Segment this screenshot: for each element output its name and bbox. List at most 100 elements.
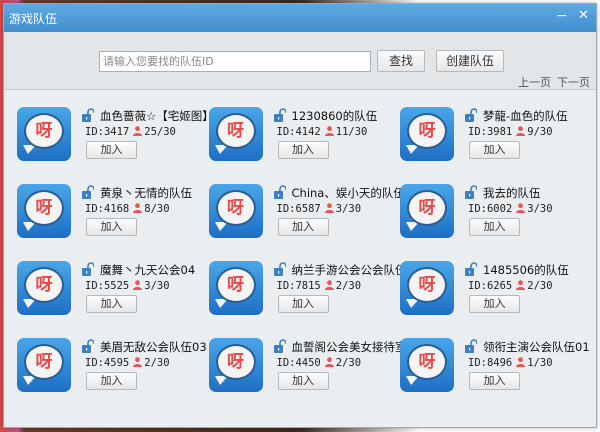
unlocked-icon: [82, 185, 95, 199]
team-info: ID:6265 2/30: [468, 280, 553, 292]
join-button[interactable]: 加入: [86, 295, 137, 313]
team-app-icon: 呀: [208, 107, 263, 161]
window-title: 游戏队伍: [9, 12, 58, 26]
team-name: China、娱小天的队伍: [291, 186, 405, 200]
icon-glyph: 呀: [407, 113, 447, 149]
team-id: ID:7815: [276, 280, 321, 292]
title-bar: 游戏队伍 − ✕: [4, 4, 596, 32]
member-count: 2/30: [335, 280, 362, 292]
team-card: 呀 1230860的队伍 ID:4142 11/30 加入: [208, 107, 399, 167]
icon-glyph: 呀: [407, 190, 447, 226]
member-count: 1/30: [527, 357, 553, 369]
team-app-icon: 呀: [208, 184, 263, 238]
team-info: ID:7815 2/30: [277, 280, 362, 292]
team-app-icon: 呀: [208, 338, 263, 392]
person-icon: [516, 203, 526, 213]
join-button[interactable]: 加入: [469, 141, 520, 159]
team-name: 魔舞丶九天公会04: [100, 263, 196, 277]
person-icon: [324, 126, 334, 136]
team-card: 呀 梦龍-血色的队伍 ID:3981 9/30 加入: [400, 107, 590, 167]
toolbar: 查找 创建队伍 上一页 下一页: [4, 32, 596, 90]
icon-glyph: 呀: [24, 190, 64, 226]
team-id-search-input[interactable]: [99, 51, 371, 72]
icon-glyph: 呀: [215, 113, 256, 149]
team-id: ID:6587: [276, 203, 321, 215]
team-id: ID:8496: [468, 357, 513, 369]
icon-glyph: 呀: [24, 113, 64, 149]
team-card: 呀 纳兰手游公会公会队伍 ID:7815 2/30 加入: [208, 261, 407, 321]
team-app-icon: 呀: [400, 107, 454, 161]
person-icon: [133, 357, 143, 367]
unlocked-icon: [465, 339, 478, 353]
team-id: ID:6002: [468, 203, 513, 215]
join-button[interactable]: 加入: [86, 218, 137, 236]
person-icon: [324, 357, 334, 367]
team-app-icon: 呀: [17, 107, 71, 161]
join-button[interactable]: 加入: [277, 372, 329, 390]
team-name: 梦龍-血色的队伍: [483, 109, 568, 123]
member-count: 2/30: [335, 357, 362, 369]
next-page-link[interactable]: 下一页: [557, 74, 590, 90]
team-card: 呀 我去的队伍 ID:6002 3/30 加入: [400, 184, 590, 244]
team-name: 纳兰手游公会公会队伍: [291, 263, 407, 277]
icon-glyph: 呀: [215, 190, 256, 226]
unlocked-icon: [273, 262, 287, 276]
join-button[interactable]: 加入: [469, 372, 520, 390]
person-icon: [324, 280, 334, 290]
unlocked-icon: [82, 108, 95, 122]
minimize-button[interactable]: −: [556, 8, 568, 24]
team-app-icon: 呀: [17, 261, 71, 315]
team-id: ID:6265: [468, 280, 513, 292]
team-id: ID:3417: [85, 126, 130, 138]
create-team-button[interactable]: 创建队伍: [436, 50, 504, 72]
person-icon: [516, 280, 526, 290]
join-button[interactable]: 加入: [469, 218, 520, 236]
member-count: 2/30: [527, 280, 553, 292]
icon-glyph: 呀: [215, 344, 256, 380]
close-button[interactable]: ✕: [578, 8, 589, 23]
prev-page-link[interactable]: 上一页: [518, 74, 551, 90]
team-id: ID:4450: [276, 357, 321, 369]
unlocked-icon: [273, 339, 287, 353]
team-info: ID:6002 3/30: [468, 203, 553, 215]
team-info: ID:5525 3/30: [85, 280, 170, 292]
team-card: 呀 领衔主演公会队伍01 ID:8496 1/30 加入: [400, 338, 590, 398]
team-app-icon: 呀: [17, 338, 71, 392]
team-name: 美眉无敌公会队伍03: [100, 340, 207, 354]
team-id: ID:4168: [85, 203, 130, 215]
team-info: ID:4142 11/30: [277, 126, 368, 138]
unlocked-icon: [465, 185, 478, 199]
team-app-icon: 呀: [400, 184, 454, 238]
team-name: 黄泉丶无情的队伍: [100, 186, 192, 200]
team-id: ID:3981: [468, 126, 513, 138]
member-count: 11/30: [335, 126, 368, 138]
person-icon: [324, 203, 334, 213]
member-count: 3/30: [527, 203, 553, 215]
team-name: 我去的队伍: [483, 186, 541, 200]
icon-glyph: 呀: [407, 344, 447, 380]
join-button[interactable]: 加入: [469, 295, 520, 313]
team-info: ID:4168 8/30: [85, 203, 170, 215]
join-button[interactable]: 加入: [86, 372, 137, 390]
person-icon: [133, 280, 143, 290]
person-icon: [133, 126, 143, 136]
team-id: ID:5525: [85, 280, 130, 292]
team-window: 游戏队伍 − ✕ 查找 创建队伍 上一页 下一页 呀 血色蔷薇☆【宅姬图】 ID…: [3, 3, 597, 428]
icon-glyph: 呀: [407, 267, 447, 303]
join-button[interactable]: 加入: [86, 141, 137, 159]
search-button[interactable]: 查找: [377, 50, 425, 72]
team-name: 领衔主演公会队伍01: [483, 340, 590, 354]
team-name: 1485506的队伍: [483, 263, 569, 277]
team-card: 呀 血誓阁公会美女接待室 ID:4450 2/30 加入: [208, 338, 407, 398]
join-button[interactable]: 加入: [277, 295, 329, 313]
join-button[interactable]: 加入: [277, 218, 329, 236]
team-card: 呀 血色蔷薇☆【宅姬图】 ID:3417 25/30 加入: [17, 107, 214, 167]
member-count: 2/30: [144, 357, 170, 369]
team-card: 呀 黄泉丶无情的队伍 ID:4168 8/30 加入: [17, 184, 207, 244]
member-count: 3/30: [144, 280, 170, 292]
join-button[interactable]: 加入: [277, 141, 329, 159]
icon-glyph: 呀: [24, 267, 64, 303]
team-name: 血色蔷薇☆【宅姬图】: [100, 109, 214, 123]
icon-glyph: 呀: [215, 267, 256, 303]
team-info: ID:3981 9/30: [468, 126, 553, 138]
